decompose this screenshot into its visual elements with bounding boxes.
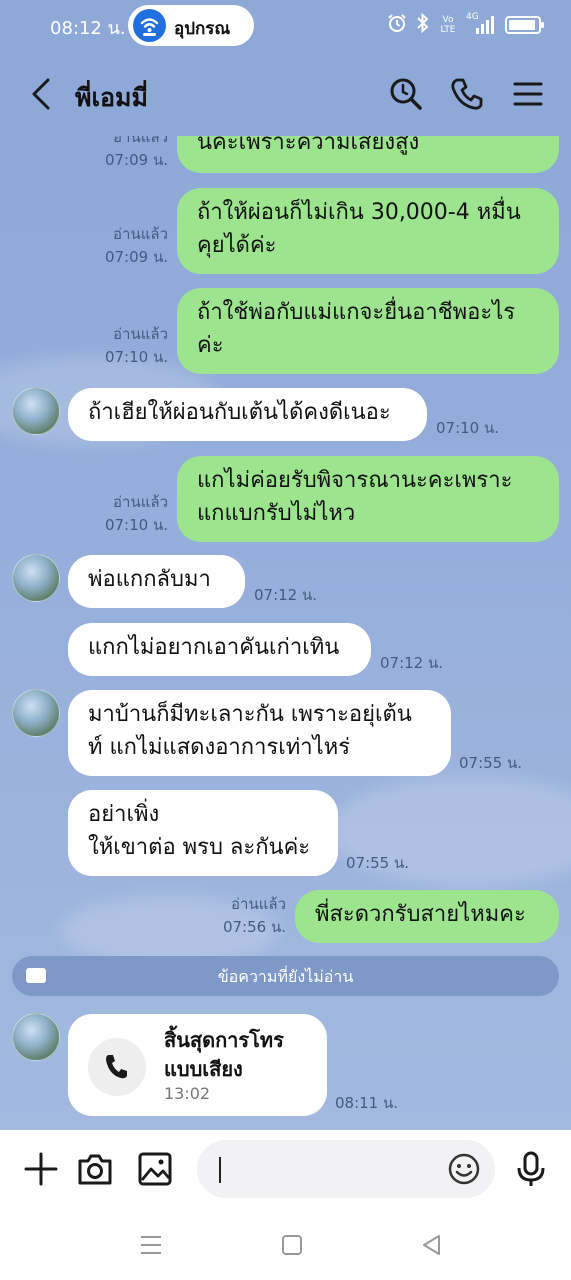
unread-divider: ข้อความที่ยังไม่อ่าน — [12, 956, 559, 996]
message-text: ค่ะ — [197, 333, 224, 358]
message-time: 07:56 น. — [222, 918, 286, 936]
outgoing-message[interactable]: แกไม่ค่อยรับพิจารณานะคะเพราะ แกแบกรับไม่… — [177, 456, 559, 542]
read-status: อ่านแล้ว — [113, 225, 168, 243]
microphone-icon[interactable] — [512, 1150, 550, 1188]
home-icon[interactable] — [279, 1232, 305, 1258]
message-text: แกไม่ค่อยรับพิจารณานะคะเพราะ — [197, 468, 513, 493]
outgoing-message[interactable]: นีค่ะเพราะความเสียงสูง — [177, 136, 559, 173]
connected-device-label: อุปกรณ — [174, 19, 231, 39]
status-time: 08:12 น. — [50, 18, 126, 39]
battery-icon — [505, 16, 544, 34]
message-meta: อ่านแล้ว 07:09 น. — [96, 136, 168, 172]
message-text: ถ้าให้ผ่อนก็ไม่เกิน 30,000-4 หมื่น — [197, 200, 521, 225]
call-title-line: แบบเสียง — [164, 1057, 243, 1081]
volte-icon: Vo LTE — [440, 15, 456, 35]
status-bar: 08:12 น. อุปกรณ Vo LTE 4G — [0, 0, 571, 52]
message-time: 07:12 น. — [254, 586, 318, 604]
chat-title[interactable]: พี่เอมมี่ — [75, 78, 148, 118]
image-icon[interactable] — [136, 1150, 174, 1188]
back-arrow-icon[interactable] — [26, 76, 56, 112]
read-status: อ่านแล้ว — [113, 325, 168, 343]
message-text: คุยได้ค่ะ — [197, 233, 277, 258]
emoji-icon[interactable] — [447, 1152, 481, 1186]
message-meta: อ่านแล้ว 07:09 น. — [96, 223, 168, 269]
call-duration: 13:02 — [164, 1084, 211, 1103]
call-title-line: สิ้นสุดการโทร — [164, 1028, 284, 1052]
message-text: แกกไม่อยากเอาคันเก่าเทิน — [88, 635, 340, 660]
message-time: 07:10 น. — [104, 516, 168, 534]
message-time: 07:10 น. — [436, 419, 500, 437]
incoming-message[interactable]: แกกไม่อยากเอาคันเก่าเทิน — [68, 623, 371, 676]
message-text: นีค่ะเพราะความเสียงสูง — [197, 136, 420, 155]
camera-icon[interactable] — [76, 1150, 114, 1188]
outgoing-message[interactable]: ถ้าใช้พ่อกับแม่แกจะยื่นอาชีพอะไร ค่ะ — [177, 288, 559, 374]
system-nav-bar — [0, 1208, 571, 1280]
read-status: อ่านแล้ว — [113, 136, 168, 146]
incoming-message[interactable]: มาบ้านก็มีทะเลาะกัน เพราะอยุ่เต้น ท์ แกไ… — [68, 690, 451, 776]
outgoing-message[interactable]: พี่สะดวกรับสายไหมคะ — [295, 890, 559, 943]
message-text: พ่อแกกลับมา — [88, 567, 211, 592]
message-time: 07:10 น. — [104, 348, 168, 366]
message-time: 07:09 น. — [104, 151, 168, 169]
read-status: อ่านแล้ว — [231, 895, 286, 913]
alarm-icon — [387, 13, 407, 37]
message-text: ท์ แกไม่แสดงอาการเท่าไหร่ — [88, 735, 351, 760]
incoming-message[interactable]: ถ้าเฮียให้ผ่อนกับเต้นได้คงดีเนอะ — [68, 388, 427, 441]
message-text: มาบ้านก็มีทะเลาะกัน เพราะอยุ่เต้น — [88, 702, 412, 727]
4g-signal-icon: 4G — [466, 12, 496, 35]
incoming-message[interactable]: อย่าเพิ่ง ให้เขาต่อ พรบ ละกันค่ะ — [68, 790, 338, 876]
chat-area[interactable]: อ่านแล้ว 07:09 น. นีค่ะเพราะความเสียงสูง… — [0, 136, 571, 1130]
wifi-device-icon — [133, 9, 166, 42]
back-icon[interactable] — [419, 1232, 445, 1258]
message-text: ให้เขาต่อ พรบ ละกันค่ะ — [88, 835, 311, 860]
message-time: 07:55 น. — [346, 854, 410, 872]
menu-icon[interactable] — [510, 76, 546, 112]
message-input-bar — [0, 1130, 571, 1208]
avatar[interactable] — [12, 387, 60, 435]
chat-header: พี่เอมมี่ — [0, 52, 571, 136]
message-text: พี่สะดวกรับสายไหมคะ — [315, 902, 526, 927]
message-time: 07:55 น. — [459, 754, 523, 772]
message-time: 08:11 น. — [335, 1094, 399, 1112]
message-text: แกแบกรับไม่ไหว — [197, 501, 356, 526]
message-time: 07:09 น. — [104, 248, 168, 266]
phone-icon[interactable] — [449, 76, 485, 112]
connected-device-pill[interactable]: อุปกรณ — [128, 5, 254, 46]
bluetooth-icon — [416, 12, 430, 37]
avatar[interactable] — [12, 1013, 60, 1061]
status-icons: Vo LTE 4G — [387, 12, 544, 37]
plus-icon[interactable] — [22, 1150, 60, 1188]
message-text: อย่าเพิ่ง — [88, 802, 160, 827]
unread-divider-label: ข้อความที่ยังไม่อ่าน — [217, 967, 354, 986]
message-input[interactable] — [197, 1140, 495, 1198]
message-meta: อ่านแล้ว 07:10 น. — [96, 491, 168, 537]
recents-icon[interactable] — [138, 1232, 164, 1258]
phone-icon — [88, 1038, 146, 1096]
message-text: ถ้าเฮียให้ผ่อนกับเต้นได้คงดีเนอะ — [88, 400, 391, 425]
avatar[interactable] — [12, 554, 60, 602]
call-ended-card[interactable]: สิ้นสุดการโทร แบบเสียง 13:02 — [68, 1014, 327, 1116]
message-time: 07:12 น. — [380, 654, 444, 672]
text-caret — [219, 1157, 221, 1183]
read-status: อ่านแล้ว — [113, 493, 168, 511]
message-meta: อ่านแล้ว 07:10 น. — [96, 323, 168, 369]
call-title: สิ้นสุดการโทร แบบเสียง — [164, 1026, 284, 1084]
outgoing-message[interactable]: ถ้าให้ผ่อนก็ไม่เกิน 30,000-4 หมื่น คุยได… — [177, 188, 559, 274]
search-icon[interactable] — [388, 76, 424, 112]
message-text: ถ้าใช้พ่อกับแม่แกจะยื่นอาชีพอะไร — [197, 300, 516, 325]
incoming-message[interactable]: พ่อแกกลับมา — [68, 555, 245, 608]
message-meta: อ่านแล้ว 07:56 น. — [214, 893, 286, 939]
avatar[interactable] — [12, 689, 60, 737]
